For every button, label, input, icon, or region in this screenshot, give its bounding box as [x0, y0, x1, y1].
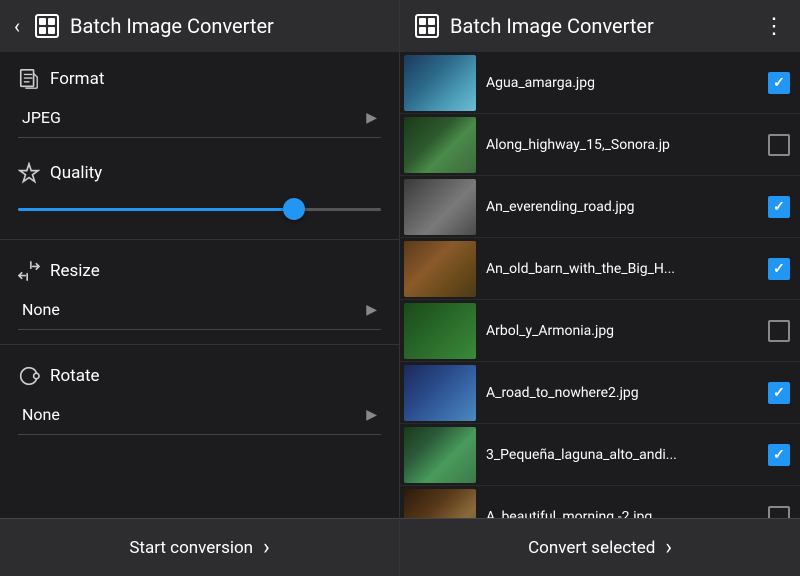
slider-fill — [18, 208, 290, 211]
format-value: JPEG — [22, 108, 61, 127]
back-button[interactable]: ‹ — [14, 14, 20, 38]
file-thumbnail — [404, 427, 476, 483]
convert-selected-label: Convert selected — [528, 538, 655, 558]
resize-section: Resize None ▶ — [0, 244, 399, 340]
file-name: A_beautiful_morning.-2.jpg — [486, 509, 758, 519]
slider-track — [18, 208, 381, 211]
file-checkbox[interactable] — [768, 382, 790, 404]
start-conversion-label: Start conversion — [129, 538, 253, 558]
resize-dropdown[interactable]: None ▶ — [18, 294, 381, 330]
rotate-label: Rotate — [18, 365, 381, 387]
list-item[interactable]: A_road_to_nowhere2.jpg — [400, 362, 800, 424]
file-thumbnail — [404, 489, 476, 519]
resize-section-label: Resize — [50, 261, 100, 281]
left-panel: ‹ Batch Image Converter Format JPEG ▶ — [0, 0, 400, 576]
list-item[interactable]: 3_Pequeña_laguna_alto_andi... — [400, 424, 800, 486]
file-thumbnail — [404, 179, 476, 235]
left-header-title: Batch Image Converter — [70, 14, 274, 38]
file-name: Agua_amarga.jpg — [486, 75, 758, 91]
format-icon — [18, 68, 40, 90]
start-conversion-button[interactable]: Start conversion › — [0, 518, 399, 576]
divider-2 — [0, 344, 399, 345]
list-item[interactable]: An_everending_road.jpg — [400, 176, 800, 238]
file-checkbox[interactable] — [768, 506, 790, 519]
right-panel: Batch Image Converter ⋮ Agua_amarga.jpgA… — [400, 0, 800, 576]
divider-1 — [0, 239, 399, 240]
file-name: An_old_barn_with_the_Big_H... — [486, 261, 758, 277]
file-thumbnail — [404, 303, 476, 359]
file-checkbox[interactable] — [768, 258, 790, 280]
rotate-section-label: Rotate — [50, 366, 100, 386]
quality-section: Quality — [0, 148, 399, 235]
file-list: Agua_amarga.jpg Along_highway_15,_Sonora.… — [400, 52, 800, 518]
rotate-dropdown-arrow: ▶ — [366, 407, 377, 423]
format-dropdown-arrow: ▶ — [366, 110, 377, 126]
menu-button[interactable]: ⋮ — [763, 14, 786, 39]
file-name: Along_highway_15,_Sonora.jp — [486, 137, 758, 153]
quality-slider[interactable] — [18, 200, 381, 225]
format-label: Format — [18, 68, 381, 90]
file-checkbox[interactable] — [768, 196, 790, 218]
quality-label: Quality — [18, 162, 381, 184]
convert-selected-arrow: › — [665, 535, 672, 560]
list-item[interactable]: Arbol_y_Armonia.jpg — [400, 300, 800, 362]
resize-icon — [18, 260, 40, 282]
right-app-icon — [414, 13, 440, 39]
file-thumbnail — [404, 241, 476, 297]
resize-value: None — [22, 300, 60, 319]
file-name: A_road_to_nowhere2.jpg — [486, 385, 758, 401]
list-item[interactable]: Agua_amarga.jpg — [400, 52, 800, 114]
left-header: ‹ Batch Image Converter — [0, 0, 399, 52]
file-thumbnail — [404, 55, 476, 111]
resize-label: Resize — [18, 260, 381, 282]
file-checkbox[interactable] — [768, 320, 790, 342]
right-header-left: Batch Image Converter — [414, 13, 654, 39]
app-icon — [34, 13, 60, 39]
file-checkbox[interactable] — [768, 134, 790, 156]
rotate-dropdown[interactable]: None ▶ — [18, 399, 381, 435]
rotate-value: None — [22, 405, 60, 424]
rotate-section: Rotate None ▶ — [0, 349, 399, 445]
file-name: An_everending_road.jpg — [486, 199, 758, 215]
convert-selected-button[interactable]: Convert selected › — [400, 518, 800, 576]
file-name: 3_Pequeña_laguna_alto_andi... — [486, 447, 758, 463]
file-thumbnail — [404, 365, 476, 421]
format-section-label: Format — [50, 69, 104, 89]
slider-thumb[interactable] — [283, 198, 305, 220]
format-section: Format JPEG ▶ — [0, 52, 399, 148]
file-checkbox[interactable] — [768, 444, 790, 466]
list-item[interactable]: An_old_barn_with_the_Big_H... — [400, 238, 800, 300]
file-thumbnail — [404, 117, 476, 173]
left-content: Format JPEG ▶ Quality — [0, 52, 399, 518]
quality-icon — [18, 162, 40, 184]
right-header: Batch Image Converter ⋮ — [400, 0, 800, 52]
format-dropdown[interactable]: JPEG ▶ — [18, 102, 381, 138]
list-item[interactable]: Along_highway_15,_Sonora.jp — [400, 114, 800, 176]
file-name: Arbol_y_Armonia.jpg — [486, 323, 758, 339]
file-checkbox[interactable] — [768, 72, 790, 94]
rotate-icon — [18, 365, 40, 387]
quality-section-label: Quality — [50, 163, 102, 183]
right-header-title: Batch Image Converter — [450, 14, 654, 38]
resize-dropdown-arrow: ▶ — [366, 302, 377, 318]
list-item[interactable]: A_beautiful_morning.-2.jpg — [400, 486, 800, 518]
start-conversion-arrow: › — [263, 535, 270, 560]
